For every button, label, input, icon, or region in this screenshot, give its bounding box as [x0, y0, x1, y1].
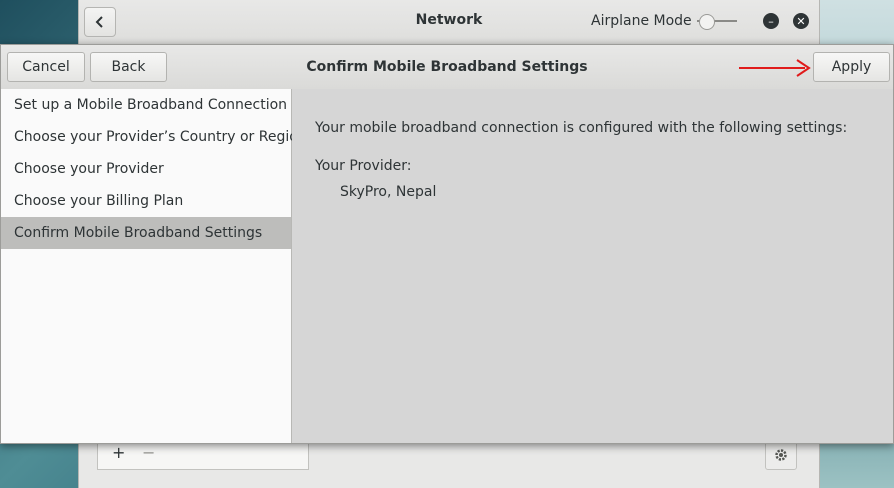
provider-value: SkyPro, Nepal	[340, 184, 437, 200]
dialog-header-bar: Cancel Back Confirm Mobile Broadband Set…	[1, 45, 893, 90]
gear-icon	[775, 449, 787, 461]
minimize-icon[interactable]: –	[763, 13, 779, 29]
airplane-mode-switch[interactable]	[697, 14, 737, 30]
settings-gear-button[interactable]	[765, 440, 797, 470]
mobile-broadband-dialog: Cancel Back Confirm Mobile Broadband Set…	[0, 44, 894, 444]
confirm-settings-panel: Your mobile broadband connection is conf…	[292, 89, 893, 443]
remove-connection-button[interactable]: −	[142, 443, 155, 462]
apply-button[interactable]: Apply	[813, 52, 890, 82]
sidebar-item-confirm: Confirm Mobile Broadband Settings	[1, 217, 291, 249]
network-header-bar: Network Airplane Mode – ✕	[79, 0, 819, 45]
red-arrow-annotation-icon	[739, 59, 811, 77]
add-connection-button[interactable]: +	[112, 443, 125, 462]
sidebar-item-setup: Set up a Mobile Broadband Connection	[14, 97, 288, 113]
switch-knob	[699, 14, 715, 30]
provider-label: Your Provider:	[315, 158, 412, 174]
summary-intro-text: Your mobile broadband connection is conf…	[315, 120, 848, 136]
sidebar-item-provider: Choose your Provider	[14, 161, 164, 177]
airplane-mode-label: Airplane Mode	[591, 13, 692, 29]
sidebar-item-billing-plan: Choose your Billing Plan	[14, 193, 184, 209]
close-icon[interactable]: ✕	[793, 13, 809, 29]
sidebar-item-country: Choose your Provider’s Country or Region	[14, 129, 307, 145]
assistant-steps-sidebar: Set up a Mobile Broadband Connection Cho…	[1, 89, 307, 443]
